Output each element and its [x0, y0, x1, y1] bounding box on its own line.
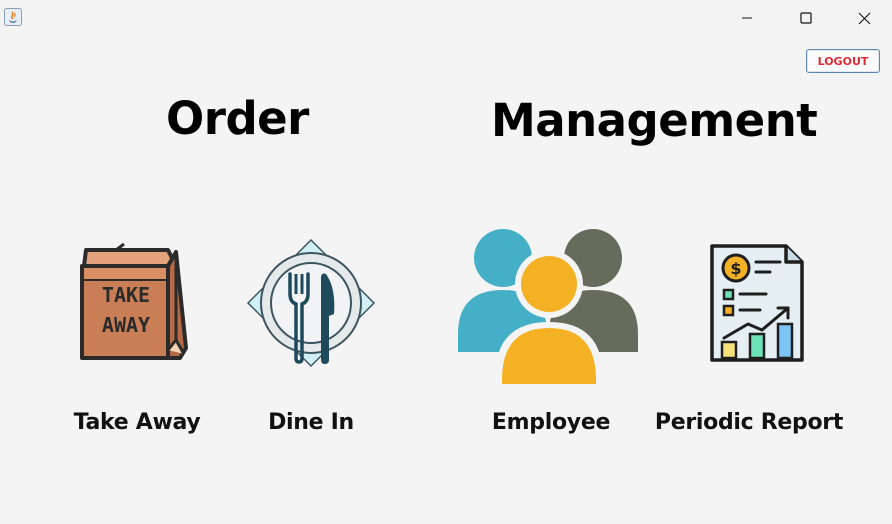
app-window: LOGOUT Order Management TAKE AWAY $ Take… — [0, 0, 892, 524]
maximize-button[interactable] — [777, 0, 835, 36]
title-bar — [0, 0, 892, 36]
maximize-icon — [800, 12, 812, 24]
java-app-icon — [4, 8, 22, 26]
minimize-icon — [742, 17, 752, 19]
dine-in-plate-icon[interactable] — [246, 238, 376, 372]
periodic-report-label[interactable]: Periodic Report — [654, 410, 844, 435]
employee-label[interactable]: Employee — [471, 410, 631, 435]
logout-button[interactable]: LOGOUT — [806, 49, 880, 73]
employee-group-icon[interactable] — [457, 228, 639, 388]
bag-text-take: TAKE — [102, 283, 150, 307]
close-icon — [858, 12, 870, 24]
dine-in-label[interactable]: Dine In — [231, 410, 391, 435]
bag-text-away: AWAY — [102, 313, 150, 337]
minimize-button[interactable] — [718, 0, 776, 36]
order-section-title: Order — [166, 92, 309, 145]
management-section-title: Management — [491, 94, 818, 147]
take-away-bag-icon[interactable]: TAKE AWAY — [76, 240, 192, 366]
periodic-report-icon[interactable]: $ — [708, 242, 806, 368]
close-button[interactable] — [835, 0, 892, 36]
take-away-label[interactable]: Take Away — [57, 410, 217, 435]
svg-text:$: $ — [730, 259, 741, 278]
